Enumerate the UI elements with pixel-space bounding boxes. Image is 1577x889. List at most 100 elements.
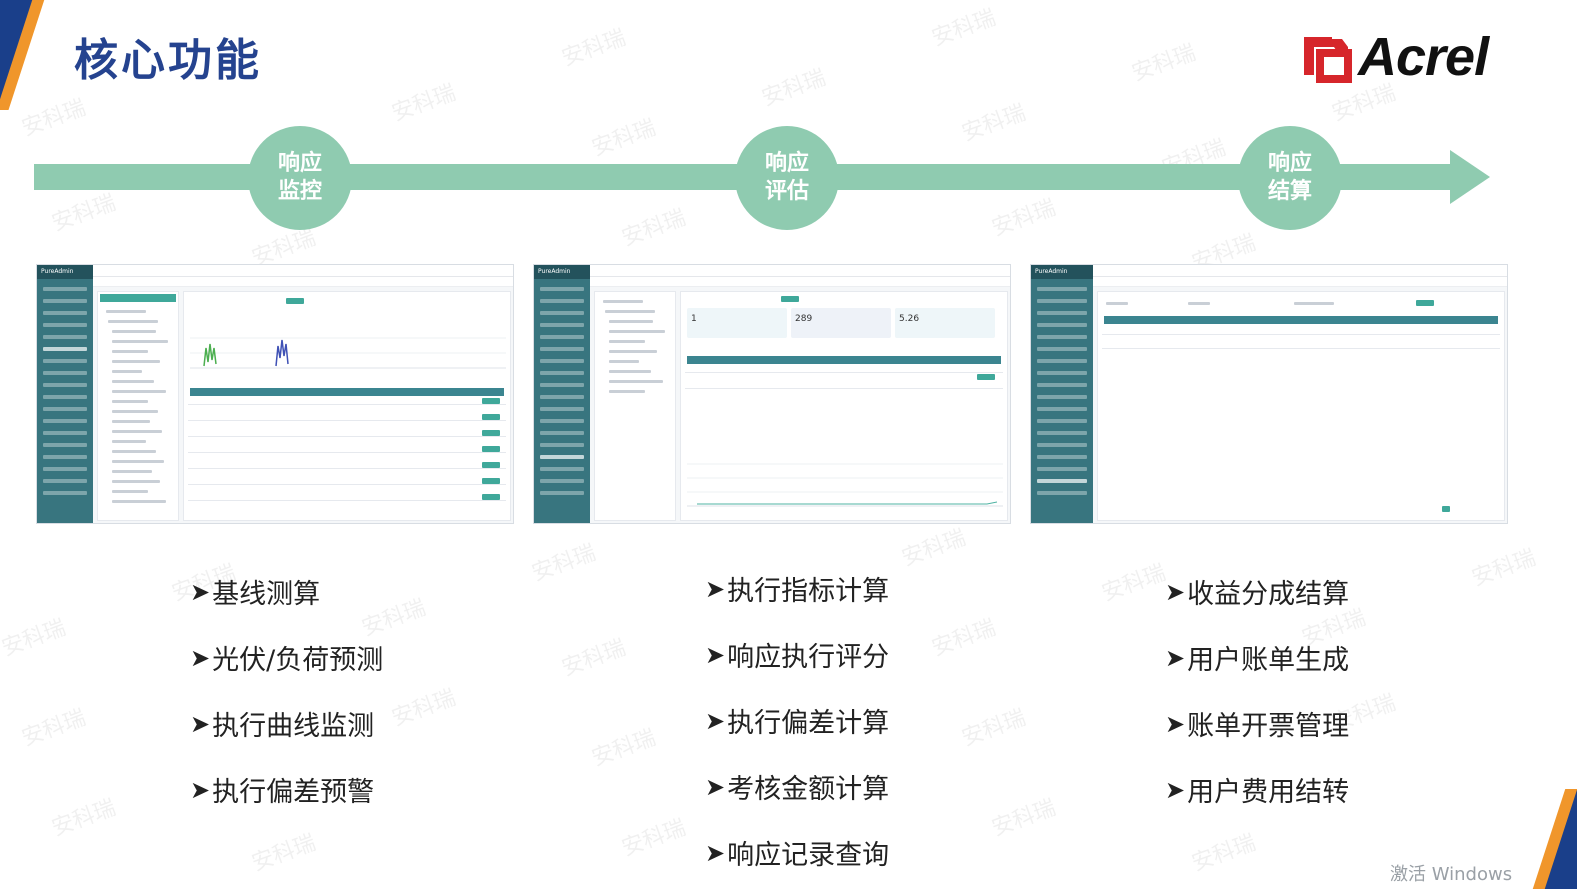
arrow-bullet-icon: ➤ xyxy=(705,640,726,669)
watermark: 安科瑞 xyxy=(988,195,1060,242)
watermark: 安科瑞 xyxy=(18,705,90,752)
stage-label-line1: 响应 xyxy=(1267,151,1312,176)
feature-label: 执行偏差预警 xyxy=(212,777,375,808)
stage-response-monitoring: 响应 监控 xyxy=(248,126,352,230)
feature-item: ➤ 响应记录查询 xyxy=(705,833,889,872)
arrow-bullet-icon: ➤ xyxy=(705,574,726,603)
feature-item: ➤ 执行曲线监测 xyxy=(190,704,374,743)
arrow-bullet-icon: ➤ xyxy=(705,706,726,735)
page-title: 核心功能 xyxy=(74,35,262,86)
app-brand: PureAdmin xyxy=(1031,265,1093,279)
logo-text: Acrel xyxy=(1358,27,1489,87)
watermark: 安科瑞 xyxy=(528,540,600,587)
stage-label-line2: 结算 xyxy=(1267,179,1312,204)
stage-label-line1: 响应 xyxy=(764,151,809,176)
tree-panel xyxy=(97,291,179,521)
watermark: 安科瑞 xyxy=(388,685,460,732)
app-sidebar: PureAdmin xyxy=(534,265,590,523)
watermark: 安科瑞 xyxy=(388,80,460,127)
watermark: 安科瑞 xyxy=(588,725,660,772)
arrow-bullet-icon: ➤ xyxy=(190,577,211,606)
watermark: 安科瑞 xyxy=(928,5,1000,52)
watermark: 安科瑞 xyxy=(248,830,320,877)
feature-label: 光伏/负荷预测 xyxy=(212,645,384,676)
arrow-bullet-icon: ➤ xyxy=(190,643,211,672)
corner-decoration-top-left xyxy=(0,0,60,110)
feature-label: 考核金额计算 xyxy=(727,774,890,805)
metric-value: 5.26 xyxy=(899,314,920,324)
watermark: 安科瑞 xyxy=(618,205,690,252)
curve-panel xyxy=(183,291,511,521)
evaluation-panel: 1 289 5.26 xyxy=(680,291,1008,521)
tree-panel xyxy=(594,291,676,521)
monitoring-screenshot: PureAdmin xyxy=(36,264,514,524)
feature-item: ➤ 执行指标计算 xyxy=(705,569,889,608)
watermark: 安科瑞 xyxy=(48,795,120,842)
feature-item: ➤ 执行偏差计算 xyxy=(705,701,889,740)
stage-response-settlement: 响应 结算 xyxy=(1238,126,1342,230)
feature-label: 响应记录查询 xyxy=(727,840,890,871)
arrow-bullet-icon: ➤ xyxy=(1165,577,1186,606)
feature-label: 用户费用结转 xyxy=(1187,777,1350,808)
windows-activation-notice: 激活 Windows xyxy=(1390,864,1513,885)
arrow-bullet-icon: ➤ xyxy=(1165,709,1186,738)
app-brand: PureAdmin xyxy=(534,265,590,279)
feature-item: ➤ 用户账单生成 xyxy=(1165,638,1349,677)
feature-item: ➤ 收益分成结算 xyxy=(1165,572,1349,611)
watermark: 安科瑞 xyxy=(1188,830,1260,877)
settlement-panel xyxy=(1097,291,1505,521)
stage-response-evaluation: 响应 评估 xyxy=(735,126,839,230)
watermark: 安科瑞 xyxy=(558,25,630,72)
arrow-bullet-icon: ➤ xyxy=(190,775,211,804)
app-brand: PureAdmin xyxy=(37,265,93,279)
watermark: 安科瑞 xyxy=(898,525,970,572)
timeline-arrow-icon xyxy=(1450,150,1490,204)
watermark: 安科瑞 xyxy=(618,815,690,862)
feature-label: 用户账单生成 xyxy=(1187,645,1350,676)
feature-item: ➤ 用户费用结转 xyxy=(1165,770,1349,809)
watermark: 安科瑞 xyxy=(1128,40,1200,87)
feature-label: 基线测算 xyxy=(212,579,321,610)
acrel-logo-icon xyxy=(1300,31,1352,83)
metric-card: 5.26 xyxy=(895,308,995,338)
app-sidebar: PureAdmin xyxy=(1031,265,1093,523)
settlement-screenshot: PureAdmin xyxy=(1030,264,1508,524)
watermark: 安科瑞 xyxy=(988,795,1060,842)
app-sidebar: PureAdmin xyxy=(37,265,93,523)
feature-item: ➤ 基线测算 xyxy=(190,572,320,611)
watermark: 安科瑞 xyxy=(0,615,70,662)
feature-label: 执行指标计算 xyxy=(727,576,890,607)
feature-item: ➤ 光伏/负荷预测 xyxy=(190,638,383,677)
stage-label-line2: 监控 xyxy=(277,179,322,204)
feature-label: 响应执行评分 xyxy=(727,642,890,673)
feature-label: 账单开票管理 xyxy=(1187,711,1350,742)
acrel-logo: Acrel xyxy=(1300,26,1489,88)
watermark: 安科瑞 xyxy=(1098,560,1170,607)
stage-label-line1: 响应 xyxy=(277,151,322,176)
metric-value: 289 xyxy=(795,314,813,324)
metric-card: 1 xyxy=(687,308,787,338)
feature-label: 收益分成结算 xyxy=(1187,579,1350,610)
watermark: 安科瑞 xyxy=(48,190,120,237)
watermark: 安科瑞 xyxy=(958,100,1030,147)
feature-label: 执行偏差计算 xyxy=(727,708,890,739)
evaluation-screenshot: PureAdmin 1 289 5.26 xyxy=(533,264,1011,524)
arrow-bullet-icon: ➤ xyxy=(1165,775,1186,804)
arrow-bullet-icon: ➤ xyxy=(705,838,726,867)
stage-label-line2: 评估 xyxy=(764,179,809,204)
metric-card: 289 xyxy=(791,308,891,338)
corner-decoration-bottom-right xyxy=(1517,789,1577,889)
watermark: 安科瑞 xyxy=(928,615,1000,662)
watermark: 安科瑞 xyxy=(358,595,430,642)
arrow-bullet-icon: ➤ xyxy=(1165,643,1186,672)
watermark: 安科瑞 xyxy=(958,705,1030,752)
arrow-bullet-icon: ➤ xyxy=(190,709,211,738)
arrow-bullet-icon: ➤ xyxy=(705,772,726,801)
feature-item: ➤ 账单开票管理 xyxy=(1165,704,1349,743)
feature-item: ➤ 响应执行评分 xyxy=(705,635,889,674)
watermark: 安科瑞 xyxy=(558,635,630,682)
feature-label: 执行曲线监测 xyxy=(212,711,375,742)
feature-item: ➤ 考核金额计算 xyxy=(705,767,889,806)
watermark: 安科瑞 xyxy=(758,65,830,112)
metric-value: 1 xyxy=(691,314,697,324)
